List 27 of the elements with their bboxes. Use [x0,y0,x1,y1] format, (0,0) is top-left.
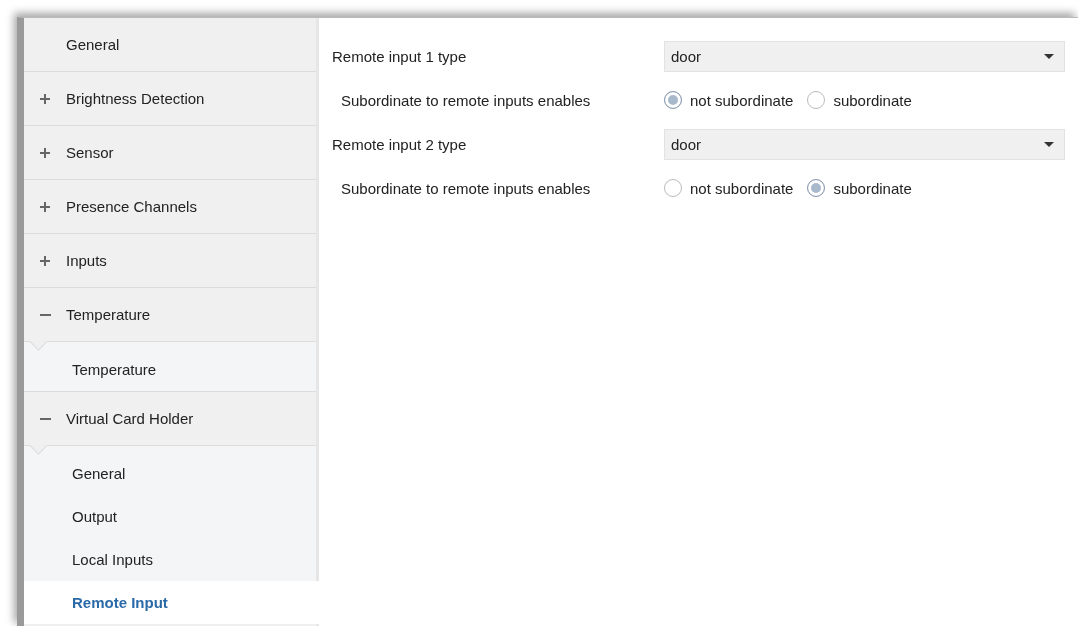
sidebar-item[interactable]: Local Inputs [24,538,316,581]
sidebar-item[interactable]: Presence Channels [24,180,316,234]
sidebar-item[interactable]: Brightness Detection [24,72,316,126]
radio-label[interactable]: subordinate [833,179,912,197]
radio-label[interactable]: not subordinate [690,91,794,109]
radio-button[interactable] [807,179,826,197]
collapse-icon[interactable] [39,417,51,420]
collapse-icon[interactable] [39,313,51,316]
dropdown-field[interactable]: door [664,40,1065,72]
parameter-label: Remote input 1 type [332,47,468,65]
caret-icon [1044,53,1054,59]
sidebar-item[interactable]: General [24,18,316,72]
radio-button[interactable] [664,179,682,197]
sidebar-item[interactable]: Inputs [24,234,316,288]
sidebar-item[interactable]: Remote Input [24,581,319,624]
radio-label[interactable]: not subordinate [690,179,794,197]
sidebar-item[interactable]: Output [24,495,316,538]
radio-button[interactable] [664,91,682,109]
caret-icon [1044,141,1054,147]
sidebar-item[interactable]: General [24,452,316,495]
dropdown-field[interactable]: door [664,128,1065,160]
sidebar-item[interactable]: Sensor [24,126,316,180]
radio-button[interactable] [807,91,826,109]
parameter-label: Remote input 2 type [332,135,468,153]
radio-label[interactable]: subordinate [833,91,912,109]
parameter-label: Subordinate to remote inputs enables [340,179,592,197]
parameter-label: Subordinate to remote inputs enables [340,91,592,109]
